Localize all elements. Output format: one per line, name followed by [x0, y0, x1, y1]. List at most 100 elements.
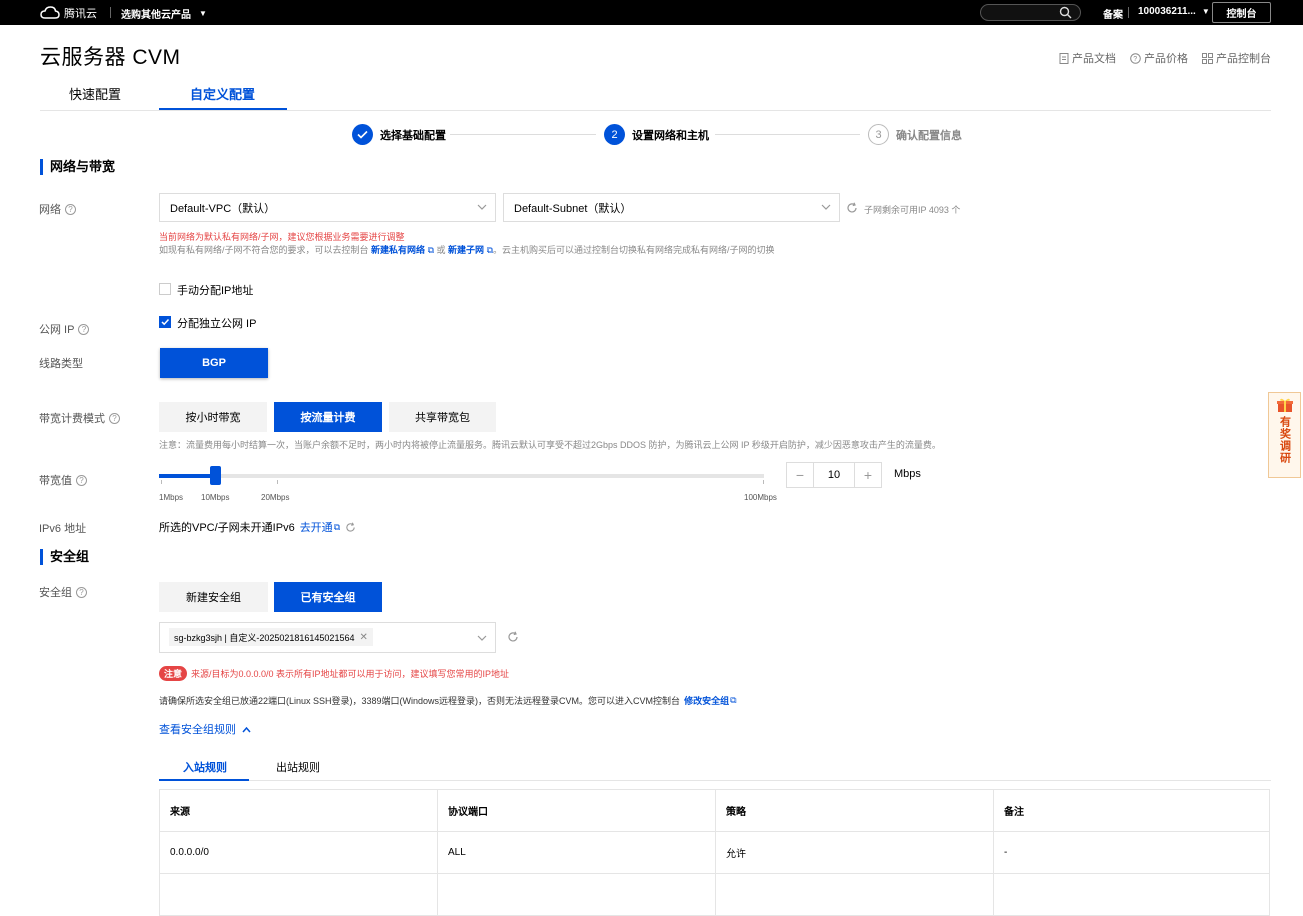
- external-link-icon: ⧉: [427, 245, 434, 255]
- step-2-number: 2: [604, 124, 625, 145]
- bgp-button[interactable]: BGP: [160, 348, 268, 378]
- section-title-network: 网络与带宽: [40, 159, 115, 175]
- decrement-button[interactable]: −: [787, 463, 813, 487]
- billing-note: 注意：流量费用每小时结算一次，当账户余额不足时，两小时内将被停止流量服务。腾讯云…: [159, 440, 941, 450]
- billing-by-traffic-button[interactable]: 按流量计费: [274, 402, 382, 432]
- note-badge: 注意: [159, 666, 188, 681]
- manual-ip-label: 手动分配IP地址: [177, 285, 254, 297]
- search-input[interactable]: [980, 4, 1081, 21]
- slider-tick: [763, 480, 764, 484]
- product-console-label: 产品控制台: [1216, 53, 1271, 65]
- page-title: 云服务器 CVM: [40, 46, 181, 69]
- tick-label-100mbps: 100Mbps: [744, 493, 777, 502]
- ipv6-status-text: 所选的VPC/子网未开通IPv6: [159, 522, 295, 534]
- help-icon[interactable]: ?: [76, 474, 87, 486]
- table-row: [159, 873, 1270, 916]
- search-icon[interactable]: [1059, 6, 1072, 19]
- chevron-down-icon: [477, 635, 487, 641]
- new-subnet-link[interactable]: 新建子网: [448, 245, 484, 255]
- billing-hourly-bandwidth-button[interactable]: 按小时带宽: [159, 402, 267, 432]
- security-warning-text: 来源/目标为0.0.0.0/0 表示所有IP地址都可以用于访问，建议填写您常用的…: [191, 669, 510, 679]
- refresh-icon[interactable]: [846, 202, 858, 214]
- header-links: 产品文档 ? 产品价格 产品控制台: [1059, 50, 1271, 66]
- column-header-remark: 备注: [993, 789, 1270, 832]
- step-2-label: 设置网络和主机: [632, 129, 709, 142]
- chevron-down-icon: [821, 204, 831, 210]
- divider: [1128, 7, 1129, 18]
- account-menu[interactable]: 100036211... ▼: [1138, 6, 1210, 17]
- increment-button[interactable]: +: [855, 463, 881, 487]
- public-ip-label-text: 公网 IP: [39, 324, 75, 336]
- tab-quick-config[interactable]: 快速配置: [69, 84, 121, 103]
- refresh-icon[interactable]: [345, 522, 356, 533]
- help-icon[interactable]: ?: [78, 323, 90, 335]
- vpc-select-value: Default-VPC（默认）: [170, 202, 276, 215]
- subnet-select-value: Default-Subnet（默认）: [514, 202, 632, 215]
- step-1-label: 选择基础配置: [380, 129, 446, 142]
- beian-link[interactable]: 备案: [1103, 6, 1123, 21]
- bandwidth-slider-handle[interactable]: [210, 466, 221, 485]
- chevron-down-icon: [477, 204, 487, 210]
- chevron-up-icon: [242, 726, 251, 732]
- public-ip-label: 公网 IP ?: [39, 321, 90, 337]
- close-icon[interactable]: ✕: [359, 632, 367, 643]
- vpc-select[interactable]: Default-VPC（默认）: [159, 193, 496, 222]
- gift-icon: [1276, 398, 1293, 412]
- products-menu[interactable]: 选购其他云产品 ▼: [121, 6, 207, 21]
- step-1: 选择基础配置: [352, 124, 446, 145]
- public-ip-checkbox[interactable]: [159, 316, 171, 328]
- table-row: 0.0.0.0/0 ALL 允许 -: [159, 831, 1270, 874]
- view-security-rules-toggle[interactable]: 查看安全组规则: [159, 721, 251, 737]
- tick-label-10mbps: 10Mbps: [201, 493, 230, 502]
- active-tab-underline: [159, 779, 249, 781]
- product-price-link[interactable]: ? 产品价格: [1130, 50, 1188, 66]
- console-button[interactable]: 控制台: [1212, 2, 1271, 23]
- help-icon[interactable]: ?: [109, 412, 120, 424]
- tab-inbound-rules[interactable]: 入站规则: [183, 759, 227, 775]
- bandwidth-input[interactable]: 10: [813, 463, 855, 487]
- refresh-icon[interactable]: [507, 631, 519, 643]
- line-type-label: 线路类型: [39, 358, 83, 370]
- new-vpc-link[interactable]: 新建私有网络: [371, 245, 425, 255]
- public-ip-checkbox-label: 分配独立公网 IP: [177, 318, 257, 330]
- caret-down-icon: ▼: [1201, 7, 1210, 16]
- enable-ipv6-link[interactable]: 去开通: [300, 519, 333, 535]
- check-icon: [161, 318, 170, 326]
- security-group-label: 安全组 ?: [39, 584, 87, 600]
- slider-tick: [161, 480, 162, 484]
- help-icon[interactable]: ?: [76, 586, 87, 598]
- cell-source: 0.0.0.0/0: [159, 831, 438, 874]
- step-3-label: 确认配置信息: [896, 129, 962, 142]
- billing-shared-package-button[interactable]: 共享带宽包: [389, 402, 496, 432]
- tick-label-20mbps: 20Mbps: [261, 493, 290, 502]
- new-security-group-button[interactable]: 新建安全组: [159, 582, 268, 612]
- survey-floating-button[interactable]: 有奖调研: [1268, 392, 1301, 478]
- ipv6-status: 所选的VPC/子网未开通IPv6 去开通 ⧉: [159, 519, 356, 535]
- top-navbar: 腾讯云 选购其他云产品 ▼ 备案 100036211... ▼ 控制台: [0, 0, 1303, 25]
- security-rules-table: 来源 协议端口 策略 备注 0.0.0.0/0 ALL 允许 -: [159, 789, 1270, 916]
- product-console-link[interactable]: 产品控制台: [1202, 50, 1271, 66]
- modify-security-group-link[interactable]: 修改安全组: [684, 694, 729, 707]
- ports-notice: 请确保所选安全组已放通22端口(Linux SSH登录)，3389端口(Wind…: [159, 694, 737, 707]
- selected-security-group-tag: sg-bzkg3sjh | 自定义-20250218161450215​64 ✕: [169, 628, 373, 646]
- table-header-row: 来源 协议端口 策略 备注: [159, 789, 1270, 832]
- bandwidth-label: 带宽值 ?: [39, 472, 87, 488]
- security-warning: 注意 来源/目标为0.0.0.0/0 表示所有IP地址都可以用于访问，建议填写您…: [159, 666, 509, 681]
- account-id: 100036211...: [1138, 6, 1196, 17]
- external-link-icon: ⧉: [730, 695, 737, 705]
- grid-icon: [1202, 52, 1213, 64]
- billing-mode-label: 带宽计费模式 ?: [39, 410, 120, 426]
- existing-security-group-button[interactable]: 已有安全组: [274, 582, 382, 612]
- subnet-remaining-ip: 子网剩余可用IP 4093 个: [864, 205, 961, 215]
- tab-outbound-rules[interactable]: 出站规则: [276, 759, 320, 775]
- bandwidth-slider-track[interactable]: [159, 474, 764, 478]
- security-group-tag-text: sg-bzkg3sjh | 自定义-20250218161450215​64: [174, 632, 355, 643]
- network-label-text: 网络: [39, 204, 61, 216]
- product-docs-link[interactable]: 产品文档: [1059, 50, 1116, 66]
- rule-tabs: 入站规则 出站规则: [159, 752, 1271, 781]
- subnet-select[interactable]: Default-Subnet（默认）: [503, 193, 840, 222]
- tab-custom-config[interactable]: 自定义配置: [190, 84, 255, 103]
- manual-ip-checkbox[interactable]: [159, 283, 171, 295]
- tencent-cloud-logo[interactable]: 腾讯云: [40, 5, 97, 21]
- help-icon[interactable]: ?: [65, 203, 76, 215]
